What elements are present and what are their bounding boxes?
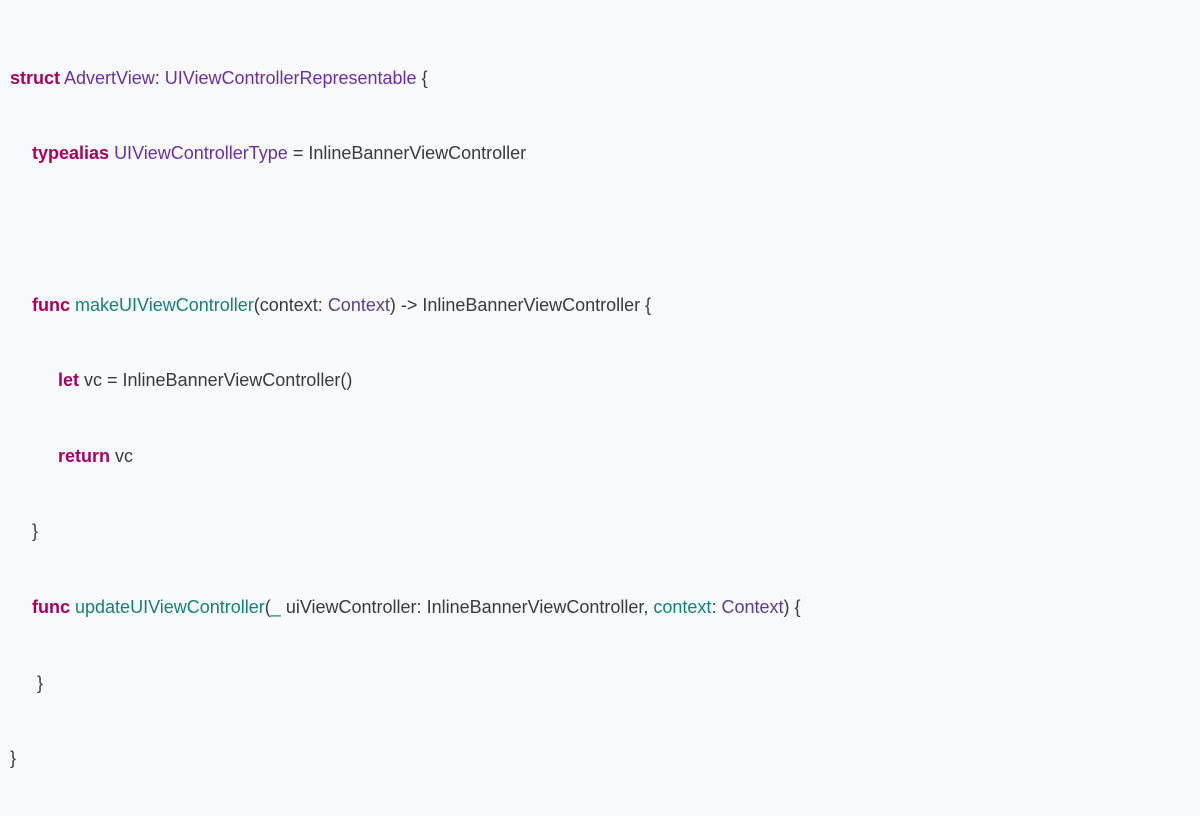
keyword-func: func: [32, 597, 70, 617]
underscore: _: [271, 597, 281, 617]
code-text: vc: [110, 446, 133, 466]
param-type: InlineBannerViewController: [427, 597, 644, 617]
brace: }: [37, 673, 43, 693]
colon: :: [711, 597, 721, 617]
keyword-struct: struct: [10, 68, 60, 88]
code-line: func updateUIViewController(_ uiViewCont…: [10, 589, 1190, 627]
code-line: }: [10, 740, 1190, 778]
keyword-func: func: [32, 295, 70, 315]
equals: =: [288, 143, 309, 163]
code-line: }: [10, 513, 1190, 551]
brace: }: [32, 521, 38, 541]
colon: :: [417, 597, 427, 617]
code-line: return vc: [10, 438, 1190, 476]
code-line: func makeUIViewController(context: Conte…: [10, 287, 1190, 325]
paren: ): [390, 295, 401, 315]
param-type: Context: [721, 597, 783, 617]
code-block: struct AdvertView: UIViewControllerRepre…: [10, 22, 1190, 816]
param-label: context: [260, 295, 318, 315]
keyword-let: let: [58, 370, 79, 390]
code-line: let vc = InlineBannerViewController(): [10, 362, 1190, 400]
brace: {: [795, 597, 801, 617]
type-name: AdvertView: [64, 68, 155, 88]
colon: :: [318, 295, 328, 315]
brace: }: [10, 748, 16, 768]
code-line: }: [10, 665, 1190, 703]
return-type: InlineBannerViewController: [417, 295, 645, 315]
brace: {: [417, 68, 428, 88]
brace: {: [645, 295, 651, 315]
param-label: uiViewController: [281, 597, 417, 617]
func-name: makeUIViewController: [75, 295, 254, 315]
param-type: Context: [328, 295, 390, 315]
colon: :: [155, 68, 165, 88]
protocol-name: UIViewControllerRepresentable: [165, 68, 417, 88]
param-label: context: [653, 597, 711, 617]
typealias-name: UIViewControllerType: [114, 143, 288, 163]
func-name: updateUIViewController: [75, 597, 265, 617]
paren: ): [784, 597, 795, 617]
code-text: vc = InlineBannerViewController(): [79, 370, 352, 390]
code-line: struct AdvertView: UIViewControllerRepre…: [10, 60, 1190, 98]
keyword-typealias: typealias: [32, 143, 109, 163]
code-line: typealias UIViewControllerType = InlineB…: [10, 135, 1190, 173]
comma: ,: [643, 597, 653, 617]
keyword-return: return: [58, 446, 110, 466]
blank-line: [10, 211, 1190, 249]
type-ref: InlineBannerViewController: [308, 143, 526, 163]
arrow: ->: [401, 295, 418, 315]
